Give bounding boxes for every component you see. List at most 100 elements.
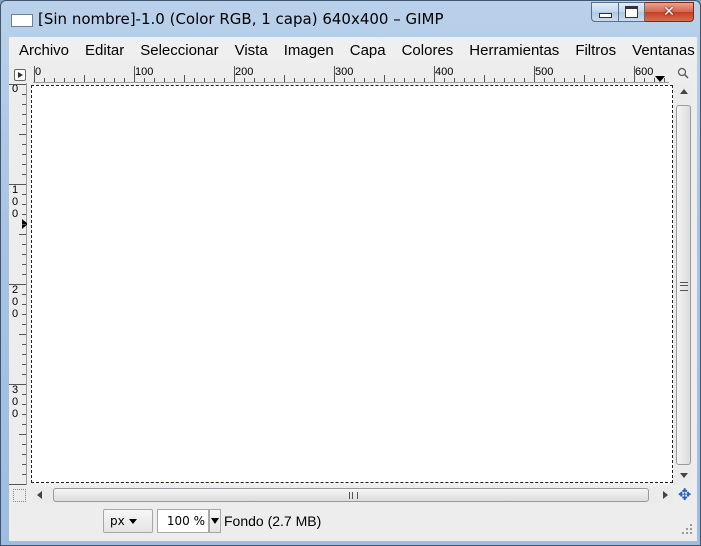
- status-bar: px 100 % Fondo (2.7 MB): [9, 507, 697, 537]
- grip-icon: [349, 492, 358, 499]
- quick-mask-toggle[interactable]: [13, 489, 26, 502]
- ruler-tick: [454, 78, 455, 82]
- maximize-button[interactable]: [618, 2, 645, 22]
- image-window-client: Archivo Editar Seleccionar Vista Imagen …: [9, 37, 697, 541]
- zoom-input[interactable]: 100 %: [157, 509, 209, 533]
- ruler-label-500: 500: [535, 66, 554, 78]
- unit-select[interactable]: px: [103, 509, 153, 533]
- navigate-icon[interactable]: ✥: [678, 487, 691, 503]
- ruler-tick: [22, 104, 26, 105]
- ruler-tick: [22, 324, 26, 325]
- canvas-area[interactable]: [27, 83, 673, 485]
- horizontal-scroll-thumb[interactable]: [53, 488, 649, 502]
- ruler-tick: [22, 444, 26, 445]
- ruler-tick: [19, 234, 26, 235]
- title-bar[interactable]: [Sin nombre]-1.0 (Color RGB, 1 capa) 640…: [1, 1, 700, 37]
- close-button[interactable]: ✕: [645, 2, 694, 22]
- ruler-tick: [9, 284, 26, 285]
- menu-ventanas[interactable]: Ventanas: [622, 42, 697, 59]
- ruler-label-v0: 0: [12, 83, 19, 95]
- ruler-tick: [9, 484, 26, 485]
- ruler-tick: [64, 78, 65, 82]
- scroll-up-icon[interactable]: [680, 89, 688, 94]
- menu-herramientas[interactable]: Herramientas: [459, 42, 565, 59]
- ruler-tick: [544, 78, 545, 82]
- menu-filtros[interactable]: Filtros: [565, 42, 622, 59]
- layer-info: Fondo (2.7 MB): [224, 513, 322, 529]
- ruler-tick: [22, 124, 26, 125]
- ruler-tick: [134, 66, 135, 82]
- ruler-tick: [264, 78, 265, 82]
- ruler-tick: [22, 474, 26, 475]
- ruler-tick: [514, 78, 515, 82]
- ruler-tick: [204, 78, 205, 82]
- ruler-tick: [244, 78, 245, 82]
- resize-grip-icon[interactable]: [681, 523, 693, 535]
- scroll-left-icon[interactable]: [37, 491, 42, 499]
- ruler-tick: [22, 414, 26, 415]
- vertical-scrollbar[interactable]: [675, 83, 692, 485]
- ruler-tick: [464, 78, 465, 82]
- ruler-tick: [22, 94, 26, 95]
- scroll-right-icon[interactable]: [663, 491, 668, 499]
- minimize-button[interactable]: [591, 2, 618, 22]
- image-canvas[interactable]: [31, 85, 673, 483]
- zoom-dropdown-button[interactable]: [209, 509, 221, 533]
- ruler-tick: [22, 424, 26, 425]
- minimize-icon: [598, 13, 612, 18]
- menu-bar: Archivo Editar Seleccionar Vista Imagen …: [9, 37, 697, 63]
- horizontal-ruler[interactable]: 0 100 200 300 400 500 600: [33, 66, 669, 83]
- menu-editar[interactable]: Editar: [75, 42, 130, 59]
- ruler-tick: [22, 254, 26, 255]
- maximize-icon: [625, 6, 638, 18]
- ruler-tick: [624, 78, 625, 82]
- menu-imagen[interactable]: Imagen: [274, 42, 340, 59]
- menu-colores[interactable]: Colores: [392, 42, 460, 59]
- ruler-tick: [384, 75, 385, 82]
- ruler-tick: [54, 78, 55, 82]
- ruler-label-100: 100: [135, 66, 154, 78]
- menu-archivo[interactable]: Archivo: [9, 42, 75, 59]
- ruler-tick: [22, 144, 26, 145]
- ruler-tick: [22, 244, 26, 245]
- ruler-tick: [22, 174, 26, 175]
- ruler-tick: [414, 78, 415, 82]
- ruler-tick: [22, 114, 26, 115]
- unit-value: px: [110, 514, 125, 528]
- ruler-tick: [44, 78, 45, 82]
- ruler-tick: [284, 75, 285, 82]
- ruler-tick: [494, 78, 495, 82]
- ruler-tick: [22, 374, 26, 375]
- scroll-down-icon[interactable]: [680, 473, 688, 478]
- ruler-tick: [74, 78, 75, 82]
- horizontal-scrollbar[interactable]: [33, 487, 673, 503]
- menu-vista[interactable]: Vista: [225, 42, 274, 59]
- image-menu-button[interactable]: [14, 69, 26, 81]
- ruler-tick: [22, 214, 26, 215]
- ruler-tick: [22, 294, 26, 295]
- vertical-scroll-thumb[interactable]: [676, 105, 691, 465]
- ruler-tick: [644, 78, 645, 82]
- ruler-tick: [22, 274, 26, 275]
- ruler-tick: [444, 78, 445, 82]
- ruler-tick: [634, 66, 635, 82]
- menu-seleccionar[interactable]: Seleccionar: [130, 42, 224, 59]
- ruler-tick: [22, 304, 26, 305]
- ruler-tick: [184, 75, 185, 82]
- ruler-tick: [214, 78, 215, 82]
- menu-capa[interactable]: Capa: [340, 42, 392, 59]
- vertical-ruler[interactable]: 0 100 200 300: [9, 83, 28, 485]
- ruler-tick: [594, 78, 595, 82]
- ruler-label-v100: 100: [12, 184, 19, 220]
- ruler-tick: [19, 134, 26, 135]
- ruler-tick: [22, 164, 26, 165]
- ruler-tick: [314, 78, 315, 82]
- ruler-tick: [524, 78, 525, 82]
- ruler-tick: [564, 78, 565, 82]
- ruler-tick: [22, 344, 26, 345]
- ruler-tick: [22, 264, 26, 265]
- ruler-tick: [22, 364, 26, 365]
- zoom-icon[interactable]: [677, 67, 689, 79]
- ruler-tick: [22, 314, 26, 315]
- ruler-tick: [164, 78, 165, 82]
